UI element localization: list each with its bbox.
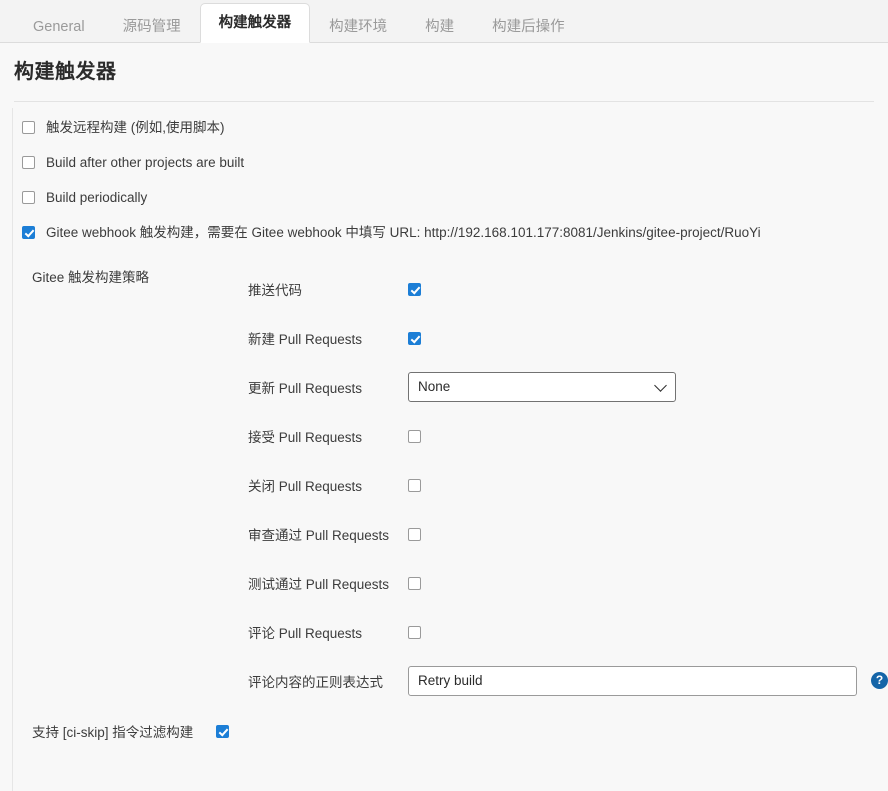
strategy-label-comment-regex: 评论内容的正则表达式 xyxy=(248,674,383,690)
trigger-row-remote-build[interactable]: 触发远程构建 (例如,使用脚本) xyxy=(0,120,888,155)
trigger-label-build-periodically: Build periodically xyxy=(46,190,148,205)
strategy-row-accept-pull-requests[interactable]: 接受 Pull Requests xyxy=(248,411,888,460)
help-icon[interactable]: ? xyxy=(871,672,888,689)
page-header: 构建触发器 xyxy=(0,43,888,92)
checkbox-accept-pull-requests[interactable] xyxy=(408,429,421,443)
chevron-down-icon xyxy=(654,378,667,392)
input-comment-regex[interactable] xyxy=(408,665,857,696)
select-update-pull-requests[interactable]: None xyxy=(408,371,676,402)
checkbox-remote-build[interactable] xyxy=(22,121,35,134)
checkbox-build-after-other-projects[interactable] xyxy=(22,156,35,169)
page-title: 构建触发器 xyxy=(14,61,117,83)
strategy-row-push-code[interactable]: 推送代码 xyxy=(248,264,888,313)
checkbox-gitee-webhook[interactable] xyxy=(22,226,35,239)
strategy-label-update-pull-requests: 更新 Pull Requests xyxy=(248,380,363,396)
strategy-row-test-passed-pull-requests[interactable]: 测试通过 Pull Requests xyxy=(248,558,888,607)
trigger-label-remote-build: 触发远程构建 (例如,使用脚本) xyxy=(46,120,225,135)
strategy-label-test-passed-pull-requests: 测试通过 Pull Requests xyxy=(248,576,390,592)
checkbox-ci-skip[interactable] xyxy=(216,725,229,738)
strategy-row-comment-regex[interactable]: 评论内容的正则表达式 ? xyxy=(248,656,888,705)
select-update-pull-requests-value: None xyxy=(418,379,451,394)
strategy-label-comment-pull-requests: 评论 Pull Requests xyxy=(248,625,363,641)
trigger-row-gitee-webhook[interactable]: Gitee webhook 触发构建，需要在 Gitee webhook 中填写… xyxy=(0,225,888,260)
strategy-label-close-pull-requests: 关闭 Pull Requests xyxy=(248,478,363,494)
strategy-row-close-pull-requests[interactable]: 关闭 Pull Requests xyxy=(248,460,888,509)
checkbox-comment-pull-requests[interactable] xyxy=(408,625,421,639)
strategy-label-accept-pull-requests: 接受 Pull Requests xyxy=(248,429,363,445)
checkbox-review-passed-pull-requests[interactable] xyxy=(408,527,421,541)
ci-skip-row[interactable]: 支持 [ci-skip] 指令过滤构建 xyxy=(0,711,888,751)
checkbox-push-code[interactable] xyxy=(408,282,421,296)
trigger-label-gitee-webhook: Gitee webhook 触发构建，需要在 Gitee webhook 中填写… xyxy=(46,225,761,240)
tab-build-environment[interactable]: 构建环境 xyxy=(310,9,406,43)
gitee-trigger-strategy: Gitee 触发构建策略 推送代码 新建 Pull Requests 更新 Pu… xyxy=(0,264,888,705)
checkbox-test-passed-pull-requests[interactable] xyxy=(408,576,421,590)
strategy-row-update-pull-requests[interactable]: 更新 Pull Requests None xyxy=(248,362,888,411)
trigger-label-build-after-other-projects: Build after other projects are built xyxy=(46,155,245,170)
checkbox-new-pull-requests[interactable] xyxy=(408,331,421,345)
strategy-row-comment-pull-requests[interactable]: 评论 Pull Requests xyxy=(248,607,888,656)
strategy-title: Gitee 触发构建策略 xyxy=(32,270,150,285)
checkbox-close-pull-requests[interactable] xyxy=(408,478,421,492)
tab-general[interactable]: General xyxy=(14,9,104,43)
tab-build-triggers[interactable]: 构建触发器 xyxy=(199,3,311,43)
config-tab-bar: General 源码管理 构建触发器 构建环境 构建 构建后操作 xyxy=(0,0,888,43)
tab-post-build-actions[interactable]: 构建后操作 xyxy=(473,9,584,43)
strategy-rows: 推送代码 新建 Pull Requests 更新 Pull Requests N… xyxy=(32,264,888,705)
strategy-row-new-pull-requests[interactable]: 新建 Pull Requests xyxy=(248,313,888,362)
strategy-label-review-passed-pull-requests: 审查通过 Pull Requests xyxy=(248,527,390,543)
build-triggers-form: 触发远程构建 (例如,使用脚本) Build after other proje… xyxy=(0,102,888,791)
trigger-row-build-periodically[interactable]: Build periodically xyxy=(0,190,888,225)
strategy-label-new-pull-requests: 新建 Pull Requests xyxy=(248,331,363,347)
tab-source-code-management[interactable]: 源码管理 xyxy=(104,9,200,43)
checkbox-build-periodically[interactable] xyxy=(22,191,35,204)
tab-build[interactable]: 构建 xyxy=(406,9,473,43)
strategy-label-push-code: 推送代码 xyxy=(248,282,302,298)
strategy-row-review-passed-pull-requests[interactable]: 审查通过 Pull Requests xyxy=(248,509,888,558)
ci-skip-label: 支持 [ci-skip] 指令过滤构建 xyxy=(32,725,194,740)
trigger-row-build-after-other-projects[interactable]: Build after other projects are built xyxy=(0,155,888,190)
